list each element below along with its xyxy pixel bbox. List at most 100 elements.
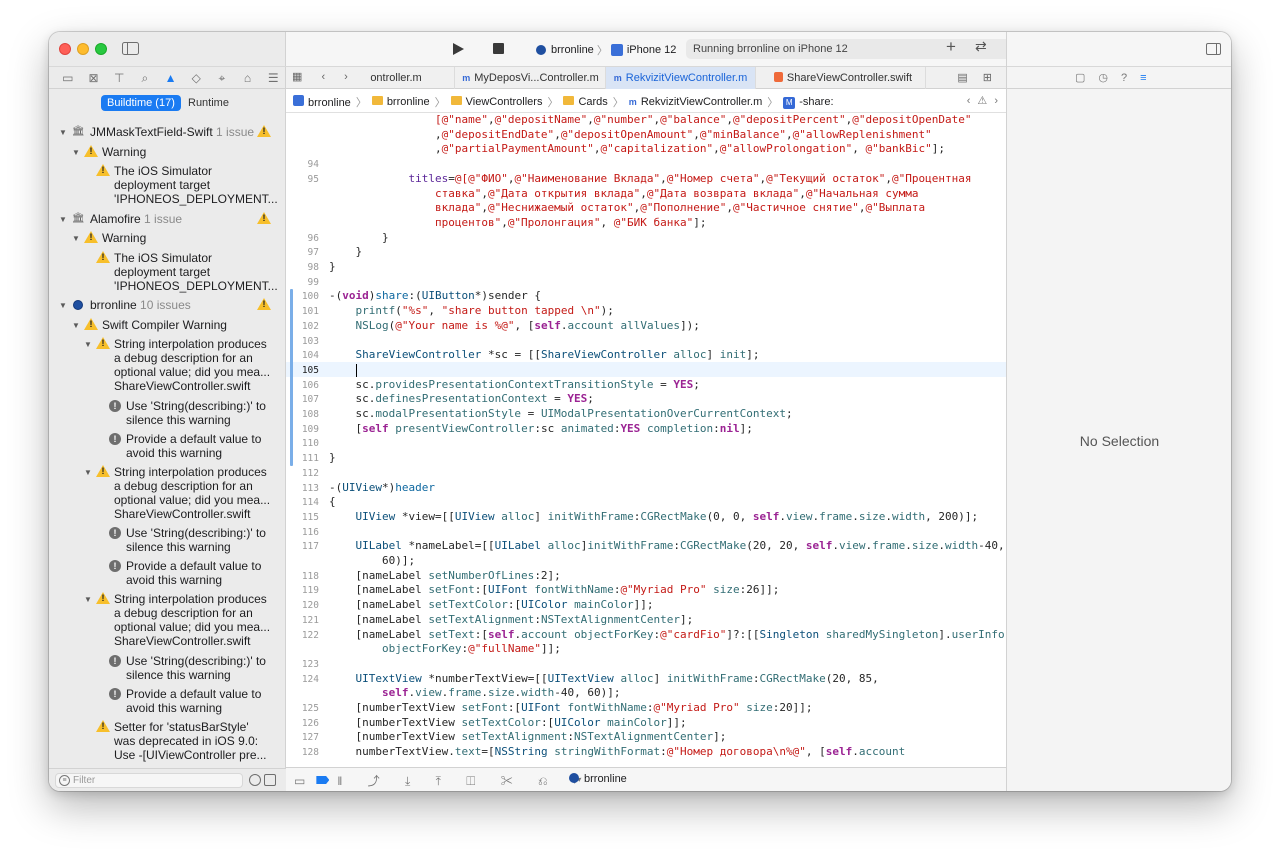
code-line: UITextView *numberTextView=[[UITextView …: [355, 671, 879, 685]
issue-count: 10 issues: [140, 298, 191, 312]
line-number: 117: [301, 541, 319, 553]
line-number: 95: [307, 173, 319, 185]
warning-icon: [96, 592, 110, 605]
list-icon[interactable]: ☰: [260, 67, 286, 89]
line-number: 97: [307, 247, 319, 259]
breadcrumb-label: Cards: [578, 96, 608, 108]
breadcrumb-item[interactable]: ViewControllers: [450, 96, 542, 108]
group-name: Alamofire: [90, 211, 141, 226]
x-square-icon[interactable]: ⊠: [81, 67, 107, 89]
line-number: 113: [301, 482, 319, 494]
warning-icon: [257, 125, 271, 138]
tag-icon[interactable]: ⌂: [235, 67, 261, 89]
disclosure-icon[interactable]: ▼: [72, 321, 80, 330]
method-icon: M: [783, 96, 796, 109]
filter-field[interactable]: ≡ Filter: [55, 773, 243, 788]
fixit-icon: !: [109, 432, 121, 445]
code-review-icon[interactable]: ⇄: [975, 38, 987, 55]
warning-text-line: 'IPHONEOS_DEPLOYMENT...: [114, 278, 278, 293]
breakpoints-icon[interactable]: [316, 776, 330, 784]
source-editor[interactable]: [@"name",@"depositName",@"number",@"bala…: [286, 113, 1006, 767]
code-line: self.view.frame.size.width-40, 60)];: [381, 686, 621, 700]
runtime-segment[interactable]: Runtime: [182, 95, 235, 111]
issue-count: 1 issue: [144, 211, 183, 226]
tab-rekvizitviewcontroller-m[interactable]: m RekvizitViewController.m: [606, 67, 756, 89]
breadcrumb-item[interactable]: M -share:: [783, 96, 834, 109]
code-line: sc.providesPresentationContextTransition…: [329, 377, 700, 391]
inspector-panel: ▢◷?≡ No Selection: [1006, 32, 1231, 791]
warning-icon: [96, 337, 110, 350]
debug-controls[interactable]: ▭ ‖ ⤴ ⤓ ⤒ ◫ ✂ ⎌ ➚: [294, 772, 593, 789]
disclosure-icon[interactable]: ▼: [84, 340, 92, 349]
tab-shareviewcontroller-swift[interactable]: ShareViewController.swift: [761, 67, 926, 89]
disclosure-icon[interactable]: ▼: [72, 234, 80, 243]
fixit-icon: !: [109, 687, 121, 700]
fixit-icon: !: [109, 399, 121, 412]
debug-target[interactable]: brronline: [569, 773, 627, 785]
folder-icon: [450, 96, 462, 105]
line-number: 118: [301, 570, 319, 582]
tab-mydeposvi-controller-m[interactable]: m MyDeposVi...Controller.m: [456, 67, 606, 89]
breadcrumb-item[interactable]: brronline: [293, 95, 351, 109]
library-plus-icon[interactable]: +: [946, 37, 956, 57]
disclosure-icon[interactable]: ▼: [59, 215, 67, 224]
scope-filter-icon[interactable]: [264, 774, 276, 786]
breadcrumb-item[interactable]: brronline: [371, 96, 430, 108]
warning-file: ShareViewController.swift: [114, 379, 251, 393]
stop-icon[interactable]: [493, 43, 504, 54]
scheme-selector[interactable]: brronline 〉 iPhone 12: [536, 42, 676, 58]
breadcrumb-label: brronline: [386, 96, 430, 108]
spray-icon[interactable]: ⌖: [209, 67, 235, 89]
warning-icon: [96, 164, 110, 177]
fixit-icon: !: [109, 560, 121, 572]
code-line: -(void)share:(UIButton*)sender {: [329, 289, 541, 303]
scheme-name: brronline: [551, 44, 594, 56]
breadcrumb-item[interactable]: Cards: [563, 96, 608, 108]
disclosure-icon[interactable]: ▼: [84, 595, 92, 604]
breadcrumb: brronline 〉 brronline 〉 ViewControllers 〉 Card…: [293, 94, 834, 110]
line-number: 123: [301, 658, 319, 670]
hierarchy-icon[interactable]: ⊤: [106, 67, 132, 89]
disclosure-icon[interactable]: ▼: [59, 301, 67, 310]
breadcrumb-item[interactable]: m RekvizitViewController.m: [629, 96, 762, 108]
inspector-toggle-icon[interactable]: [1206, 43, 1221, 55]
chevron-right-icon: 〉: [596, 45, 608, 57]
issue-group-label: brronline 10 issues: [90, 298, 191, 312]
chevron-right-icon: 〉: [434, 97, 446, 109]
buildtime-segment[interactable]: Buildtime (17): [101, 95, 181, 111]
line-number: 120: [301, 600, 319, 612]
change-bar: [290, 289, 293, 466]
line-number: 124: [301, 673, 319, 685]
disclosure-icon[interactable]: ▼: [59, 128, 67, 137]
tab-ontroller-m[interactable]: ontroller.m: [338, 67, 455, 89]
disclosure-icon[interactable]: ▼: [72, 148, 80, 157]
attributes-inspector-icon[interactable]: ≡: [1140, 72, 1159, 84]
zoom-window-button[interactable]: [95, 43, 107, 55]
warning-text-line: a debug description for an: [114, 606, 253, 620]
code-line: [numberTextView setTextColor:[UIColor ma…: [329, 715, 687, 729]
warning-icon[interactable]: ▲: [158, 67, 184, 89]
swift-file-icon: [773, 72, 783, 82]
warning-icon: [257, 211, 271, 225]
issue-stepper[interactable]: ‹ ⚠ ›: [967, 94, 1000, 107]
folder-icon[interactable]: ▭: [55, 67, 81, 89]
device-name: iPhone 12: [626, 44, 677, 56]
code-line: 60)];: [329, 554, 416, 567]
close-window-button[interactable]: [59, 43, 71, 55]
editor-options-icons[interactable]: ▤ ⊞: [957, 71, 998, 84]
line-number: 127: [301, 732, 319, 744]
disclosure-icon[interactable]: ▼: [84, 468, 92, 477]
navigator-toggle-icon[interactable]: [122, 42, 139, 55]
search-icon[interactable]: ⌕: [132, 67, 158, 89]
run-icon[interactable]: [453, 43, 464, 55]
recent-filter-icon[interactable]: [249, 774, 261, 786]
diamond-icon[interactable]: ◇: [183, 67, 209, 89]
code-line: [self presentViewController:sc animated:…: [329, 421, 753, 435]
warning-text-line: a debug description for an: [114, 351, 253, 365]
code-line: {: [329, 495, 336, 509]
device-icon: [610, 44, 623, 56]
minimize-window-button[interactable]: [77, 43, 89, 55]
inspector-tabs[interactable]: ▢◷?≡: [1007, 66, 1231, 89]
line-number: 114: [301, 497, 319, 509]
target-icon: 🏛: [72, 212, 85, 224]
